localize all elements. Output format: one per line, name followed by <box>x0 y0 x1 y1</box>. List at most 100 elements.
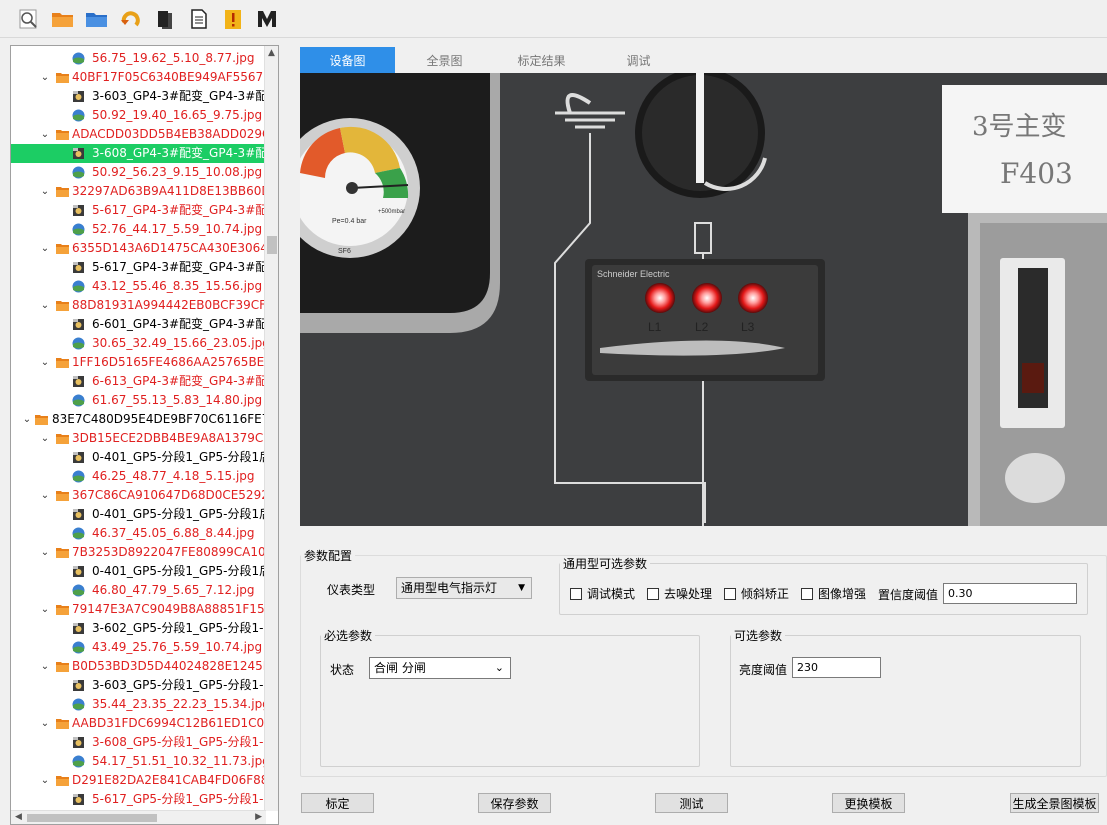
chevron-down-icon[interactable]: ⌄ <box>39 657 51 676</box>
camera-icon <box>72 90 85 103</box>
book-icon[interactable] <box>150 4 180 34</box>
state-label: 状态 <box>330 663 355 677</box>
checkbox-tilt-correction[interactable]: 倾斜矫正 <box>724 585 789 602</box>
tree-folder-row[interactable]: ⌄ 7B3253D8922047FE80899CA106 <box>11 543 266 562</box>
warning-icon[interactable] <box>218 4 248 34</box>
tree-horizontal-scrollbar[interactable]: ◀ ▶ <box>11 810 266 824</box>
tree-folder-row[interactable]: ⌄ AABD31FDC6994C12B61ED1C0B <box>11 714 266 733</box>
tab-device-image[interactable]: 设备图 <box>300 47 395 73</box>
scroll-up-icon[interactable]: ▲ <box>268 48 275 58</box>
calibrate-button[interactable]: 标定 <box>301 793 374 813</box>
checkbox-image-enhance[interactable]: 图像增强 <box>801 585 866 602</box>
camera-icon <box>72 451 85 464</box>
chevron-down-icon[interactable]: ⌄ <box>39 600 51 619</box>
generate-panorama-template-button[interactable]: 生成全景图模板 <box>1010 793 1099 813</box>
tree-folder-row[interactable]: ⌄ 32297AD63B9A411D8E13BB60D <box>11 182 266 201</box>
chevron-down-icon[interactable]: ⌄ <box>39 296 51 315</box>
tree-file-row[interactable]: 30.65_32.49_15.66_23.05.jpg <box>11 334 266 353</box>
folder-icon[interactable] <box>82 4 112 34</box>
tree-folder-row[interactable]: ⌄ 79147E3A7C9049B8A88851F15D <box>11 600 266 619</box>
tree-file-row[interactable]: 5-617_GP4-3#配变_GP4-3#配 <box>11 258 266 277</box>
globe-icon <box>72 52 85 65</box>
tree-file-row[interactable]: 46.80_47.79_5.65_7.12.jpg <box>11 581 266 600</box>
confidence-input[interactable]: 0.30 <box>943 583 1077 604</box>
tree-file-row[interactable]: 5-617_GP5-分段1_GP5-分段1- <box>11 790 266 809</box>
brightness-input[interactable]: 230 <box>792 657 881 678</box>
scroll-thumb[interactable] <box>267 236 277 254</box>
save-params-button[interactable]: 保存参数 <box>478 793 551 813</box>
chevron-down-icon[interactable]: ⌄ <box>39 182 51 201</box>
camera-icon <box>72 565 85 578</box>
tree-row-label: 3-608_GP5-分段1_GP5-分段1- <box>92 735 264 749</box>
brightness-label: 亮度阈值 <box>739 663 788 677</box>
tree-file-row[interactable]: 54.17_51.51_10.32_11.73.jpg <box>11 752 266 771</box>
tree-folder-row[interactable]: ⌄ D291E82DA2E841CAB4FD06F88E <box>11 771 266 790</box>
m-logo-icon[interactable] <box>252 4 282 34</box>
tree-file-row[interactable]: 3-608_GP4-3#配变_GP4-3#配 <box>11 144 266 163</box>
replace-template-button[interactable]: 更换模板 <box>832 793 905 813</box>
chevron-down-icon[interactable]: ⌄ <box>39 239 51 258</box>
tree-row-label: AABD31FDC6994C12B61ED1C0B <box>72 716 266 730</box>
tree-file-row[interactable]: 0-401_GP5-分段1_GP5-分段1后 <box>11 448 266 467</box>
tree-row-label: 30.65_32.49_15.66_23.05.jpg <box>92 336 266 350</box>
chevron-down-icon[interactable]: ⌄ <box>39 543 51 562</box>
tree-file-row[interactable]: 3-603_GP4-3#配变_GP4-3#配 <box>11 87 266 106</box>
tree-file-row[interactable]: 6-613_GP4-3#配变_GP4-3#配 <box>11 372 266 391</box>
tree-vertical-scrollbar[interactable]: ▲ <box>264 46 278 811</box>
tree-folder-row[interactable]: ⌄ 40BF17F05C6340BE949AF556730 <box>11 68 266 87</box>
tree-file-row[interactable]: 3-602_GP5-分段1_GP5-分段1- <box>11 619 266 638</box>
checkbox-debug-mode[interactable]: 调试模式 <box>570 585 635 602</box>
chevron-down-icon[interactable]: ⌄ <box>39 429 51 448</box>
zoom-icon[interactable] <box>14 4 44 34</box>
chevron-down-icon[interactable]: ⌄ <box>39 486 51 505</box>
hscroll-thumb[interactable] <box>27 814 157 822</box>
tree-file-row[interactable]: 0-401_GP5-分段1_GP5-分段1后 <box>11 505 266 524</box>
tree-file-row[interactable]: 46.25_48.77_4.18_5.15.jpg <box>11 467 266 486</box>
tree-file-row[interactable]: 50.92_19.40_16.65_9.75.jpg <box>11 106 266 125</box>
document-icon[interactable] <box>184 4 214 34</box>
tree-file-row[interactable]: 46.37_45.05_6.88_8.44.jpg <box>11 524 266 543</box>
tree-file-row[interactable]: 61.67_55.13_5.83_14.80.jpg <box>11 391 266 410</box>
tree-file-row[interactable]: 43.49_25.76_5.59_10.74.jpg <box>11 638 266 657</box>
tree-file-row[interactable]: 43.12_55.46_8.35_15.56.jpg <box>11 277 266 296</box>
tree-file-row[interactable]: 35.44_23.35_22.23_15.34.jpg <box>11 695 266 714</box>
chevron-down-icon[interactable]: ⌄ <box>39 714 51 733</box>
tree-file-row[interactable]: 56.75_19.62_5.10_8.77.jpg <box>11 49 266 68</box>
tree-file-row[interactable]: 52.76_44.17_5.59_10.74.jpg <box>11 220 266 239</box>
test-button[interactable]: 测试 <box>655 793 728 813</box>
gauge-sub-label: SF6 <box>338 248 351 255</box>
tree-file-row[interactable]: 6-601_GP4-3#配变_GP4-3#配 <box>11 315 266 334</box>
tab-debug[interactable]: 调试 <box>591 47 686 73</box>
meter-type-select[interactable]: 通用型电气指示灯 ▼ <box>396 577 532 599</box>
chevron-down-icon[interactable]: ⌄ <box>39 353 51 372</box>
chevron-down-icon: ⌄ <box>494 661 504 674</box>
tree-folder-row[interactable]: ⌄ 6355D143A6D1475CA430E30642 <box>11 239 266 258</box>
tree-folder-row[interactable]: ⌄ 3DB15ECE2DBB4BE9A8A1379C3 <box>11 429 266 448</box>
chevron-down-icon[interactable]: ⌄ <box>21 410 33 429</box>
tab-panorama[interactable]: 全景图 <box>397 47 492 73</box>
tree-file-row[interactable]: 3-603_GP5-分段1_GP5-分段1- <box>11 676 266 695</box>
scroll-right-icon[interactable]: ▶ <box>255 812 262 822</box>
tree-folder-row[interactable]: ⌄ 367C86CA910647D68D0CE52926 <box>11 486 266 505</box>
state-select[interactable]: 合闸 分闸 ⌄ <box>369 657 511 679</box>
tree-file-row[interactable]: 50.92_56.23_9.15_10.08.jpg <box>11 163 266 182</box>
tree-folder-row[interactable]: ⌄ B0D53BD3D5D44024828E1245F <box>11 657 266 676</box>
tree-file-row[interactable]: 5-617_GP4-3#配变_GP4-3#配 <box>11 201 266 220</box>
refresh-icon[interactable] <box>116 4 146 34</box>
folder-icon <box>56 432 69 445</box>
scroll-left-icon[interactable]: ◀ <box>15 812 22 822</box>
chevron-down-icon[interactable]: ⌄ <box>39 68 51 87</box>
chevron-down-icon[interactable]: ⌄ <box>39 125 51 144</box>
tree-row-label: 0-401_GP5-分段1_GP5-分段1后 <box>92 507 266 521</box>
chevron-down-icon[interactable]: ⌄ <box>39 771 51 790</box>
tree-folder-row[interactable]: ⌄ ADACDD03DD5B4EB38ADD029C <box>11 125 266 144</box>
tab-calibration-result[interactable]: 标定结果 <box>494 47 589 73</box>
tree-folder-row[interactable]: ⌄ 1FF16D5165FE4686AA25765BE2 <box>11 353 266 372</box>
optional-params-group: 可选参数 <box>730 627 1081 767</box>
tree-folder-row[interactable]: ⌄ 83E7C480D95E4DE9BF70C6116FE7D <box>11 410 266 429</box>
tree-file-row[interactable]: 0-401_GP5-分段1_GP5-分段1后 <box>11 562 266 581</box>
open-folder-icon[interactable] <box>48 4 78 34</box>
checkbox-denoise[interactable]: 去噪处理 <box>647 585 712 602</box>
tree-folder-row[interactable]: ⌄ 88D81931A994442EB0BCF39CFE <box>11 296 266 315</box>
tree-file-row[interactable]: 3-608_GP5-分段1_GP5-分段1- <box>11 733 266 752</box>
